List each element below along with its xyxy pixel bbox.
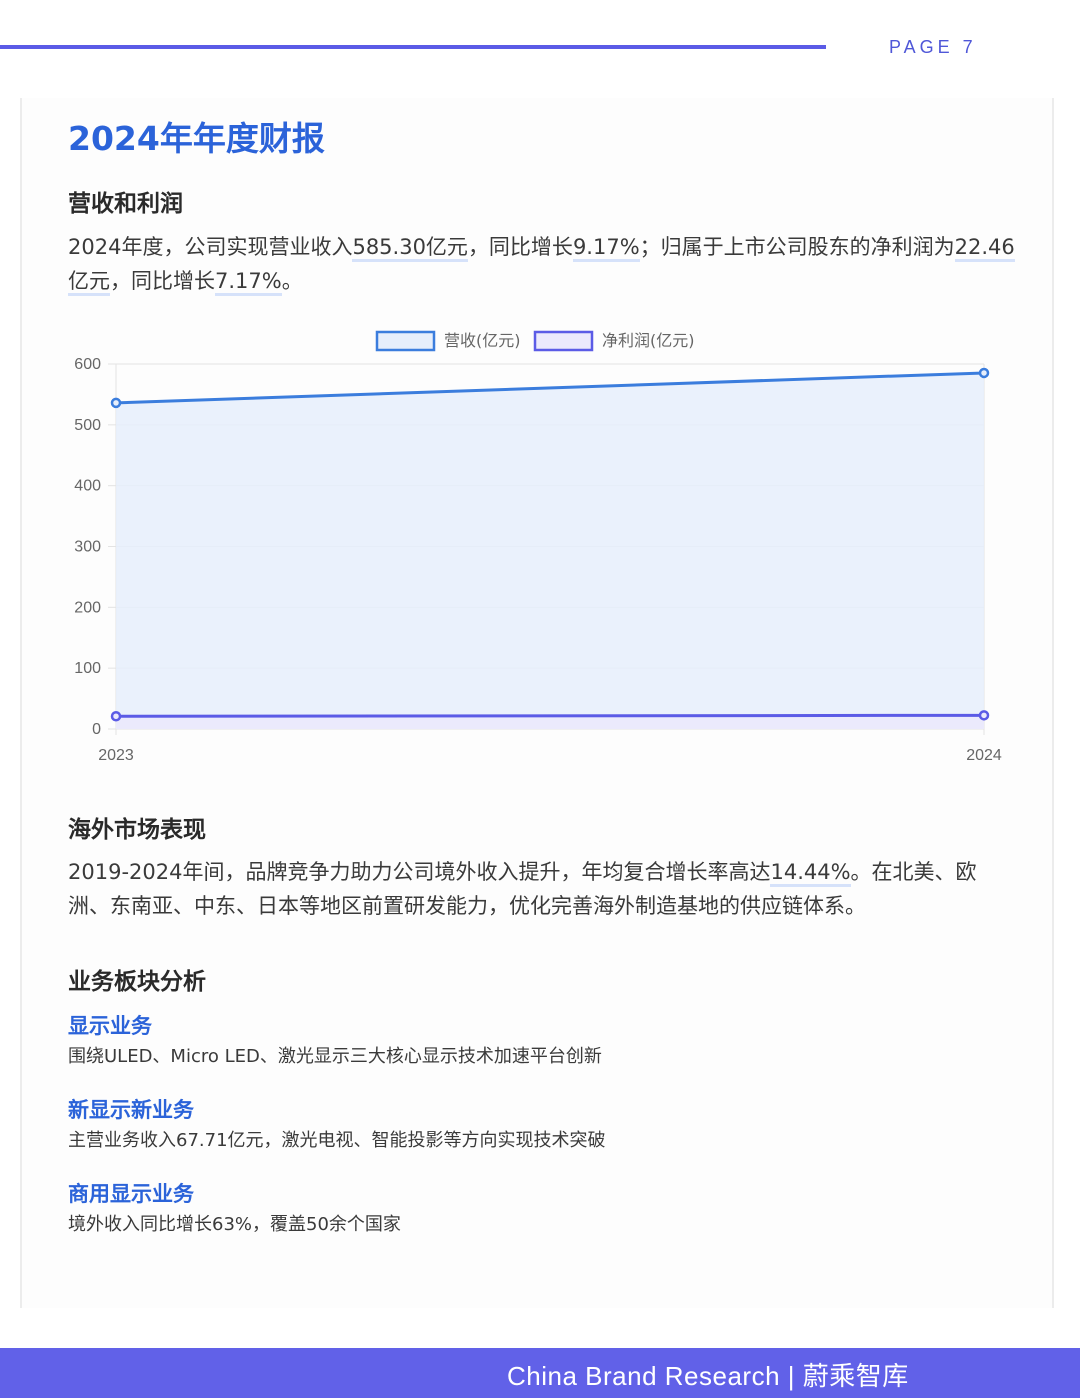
legend-swatch [375, 330, 436, 352]
legend-label: 净利润(亿元) [602, 331, 695, 350]
y-tick-label: 100 [74, 660, 101, 677]
legend-label: 营收(亿元) [444, 331, 521, 350]
segment-name-commercial: 商用显示业务 [68, 1182, 194, 1206]
y-tick-label: 200 [74, 599, 101, 616]
footer-brand: China Brand Research | 蔚乘智库 [507, 1361, 909, 1391]
y-tick-label: 300 [74, 539, 101, 556]
segment-desc-new-display: 主营业务收入67.71亿元，激光电视、智能投影等方向实现技术突破 [68, 1130, 606, 1151]
segment-name-new-display: 新显示新业务 [68, 1098, 194, 1122]
data-point [110, 710, 122, 722]
x-tick-label: 2024 [966, 747, 1002, 764]
data-point [110, 397, 122, 409]
data-point [978, 710, 990, 721]
series-line [115, 713, 985, 718]
y-tick-label: 600 [74, 356, 101, 373]
section-heading-overseas: 海外市场表现 [68, 817, 206, 843]
legend-swatch [533, 330, 594, 352]
data-point [978, 367, 990, 379]
section-heading-segments: 业务板块分析 [68, 969, 206, 995]
footer-bar: China Brand Research | 蔚乘智库 [0, 1348, 1080, 1398]
revenue-profit-chart: 0 100 200 300 400 500 600 2023 2024 营收(亿元) 净利润(亿元) [74, 330, 1002, 764]
highlight-cagr: 14.44% [770, 860, 851, 887]
series-area [116, 372, 984, 729]
segment-name-display: 显示业务 [68, 1014, 152, 1038]
segment-desc-display: 围绕ULED、Micro LED、激光显示三大核心显示技术加速平台创新 [68, 1046, 602, 1067]
segment-desc-commercial: 境外收入同比增长63%，覆盖50余个国家 [68, 1214, 401, 1235]
text-span: 2019-2024年间，品牌竞争力助力公司境外收入提升，年均复合增长率高达 [68, 860, 771, 884]
y-tick-label: 500 [74, 417, 101, 434]
y-tick-label: 0 [92, 721, 101, 738]
x-tick-label: 2023 [98, 747, 134, 764]
overseas-paragraph: 2019-2024年间，品牌竞争力助力公司境外收入提升，年均复合增长率高达14.… [68, 855, 1018, 923]
y-tick-label: 400 [74, 478, 101, 495]
